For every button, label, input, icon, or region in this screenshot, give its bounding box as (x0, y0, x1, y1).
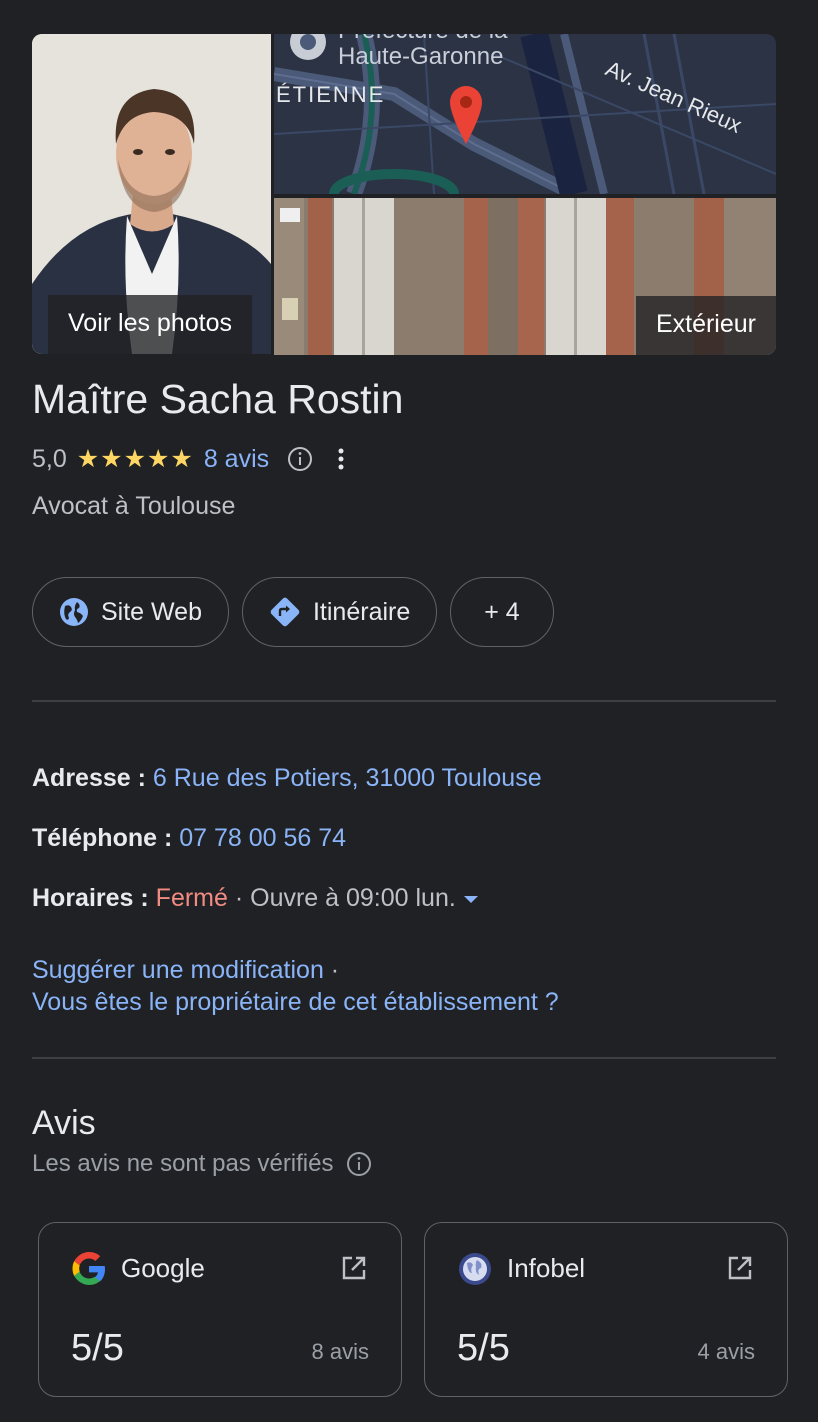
map-image: Préfecture de la Haute-Garonne ÉTIENNE A… (274, 34, 776, 194)
divider (32, 1057, 776, 1059)
reviews-link[interactable]: 8 avis (204, 445, 269, 474)
review-count: 4 avis (697, 1339, 755, 1364)
hours-row[interactable]: Horaires : Fermé · Ouvre à 09:00 lun. (32, 884, 478, 913)
infobel-logo-icon (459, 1253, 491, 1285)
map-label-haute-garonne: Haute-Garonne (338, 43, 503, 70)
exterior-photo[interactable]: Extérieur (274, 198, 776, 355)
rating-value: 5,0 (32, 444, 67, 473)
external-link-icon[interactable] (341, 1255, 367, 1281)
website-button[interactable]: Site Web (32, 577, 229, 647)
rating-stars: ★★★★★ (76, 445, 194, 473)
phone-link[interactable]: 07 78 00 56 74 (179, 824, 346, 852)
review-score: 5/5 (71, 1327, 124, 1369)
directions-icon (270, 597, 300, 627)
phone-row: Téléphone : 07 78 00 56 74 (32, 824, 346, 853)
rating-row: 5,0 ★★★★★ 8 avis (32, 442, 345, 476)
business-name: Maître Sacha Rostin (32, 376, 404, 422)
address-row: Adresse : 6 Rue des Potiers, 31000 Toulo… (32, 764, 542, 793)
review-source-name: Infobel (507, 1253, 586, 1283)
review-score: 5/5 (457, 1327, 510, 1369)
address-label: Adresse : (32, 764, 146, 792)
exterior-label[interactable]: Extérieur (635, 296, 776, 355)
hours-label: Horaires : (32, 884, 149, 912)
divider (32, 700, 776, 702)
hours-status: Fermé (155, 884, 228, 912)
map-label-etienne: ÉTIENNE (276, 82, 385, 107)
hours-next-open: Ouvre à 09:00 lun. (250, 884, 456, 912)
business-category: Avocat à Toulouse (32, 492, 236, 520)
review-count: 8 avis (311, 1339, 369, 1364)
globe-icon (60, 598, 88, 626)
more-options-icon[interactable] (337, 447, 345, 471)
review-source-card[interactable]: Google 5/5 8 avis (38, 1222, 402, 1397)
review-source-name: Google (121, 1253, 205, 1283)
review-source-card[interactable]: Infobel 5/5 4 avis (424, 1222, 788, 1397)
reviews-subtitle-row: Les avis ne sont pas vérifiés (32, 1150, 372, 1178)
website-button-label: Site Web (101, 597, 202, 626)
suggest-edit-link[interactable]: Suggérer une modification (32, 956, 324, 984)
more-actions-button[interactable]: + 4 (450, 577, 554, 647)
info-icon[interactable] (287, 446, 313, 472)
edit-links: Suggérer une modification · Vous êtes le… (32, 954, 559, 1018)
hours-separator: · (227, 884, 251, 912)
chevron-down-icon[interactable] (463, 895, 478, 903)
external-link-icon[interactable] (727, 1255, 753, 1281)
reviews-subtitle: Les avis ne sont pas vérifiés (32, 1150, 334, 1177)
address-link[interactable]: 6 Rue des Potiers, 31000 Toulouse (153, 764, 542, 792)
directions-button[interactable]: Itinéraire (241, 577, 438, 647)
owner-claim-link[interactable]: Vous êtes le propriétaire de cet établis… (32, 988, 559, 1016)
action-buttons: Site Web Itinéraire + 4 (32, 577, 554, 647)
google-logo-icon (72, 1252, 105, 1285)
map-thumbnail[interactable]: Préfecture de la Haute-Garonne ÉTIENNE A… (274, 34, 776, 194)
photo-gallery: Voir les photos Préfecture de la Haute-G… (32, 34, 776, 355)
phone-label: Téléphone : (32, 824, 173, 852)
reviews-title: Avis (32, 1104, 96, 1142)
directions-button-label: Itinéraire (312, 597, 411, 626)
profile-photo[interactable]: Voir les photos (32, 34, 271, 354)
see-photos-label[interactable]: Voir les photos (48, 295, 252, 354)
info-icon[interactable] (346, 1151, 372, 1177)
link-separator: · (323, 956, 340, 984)
